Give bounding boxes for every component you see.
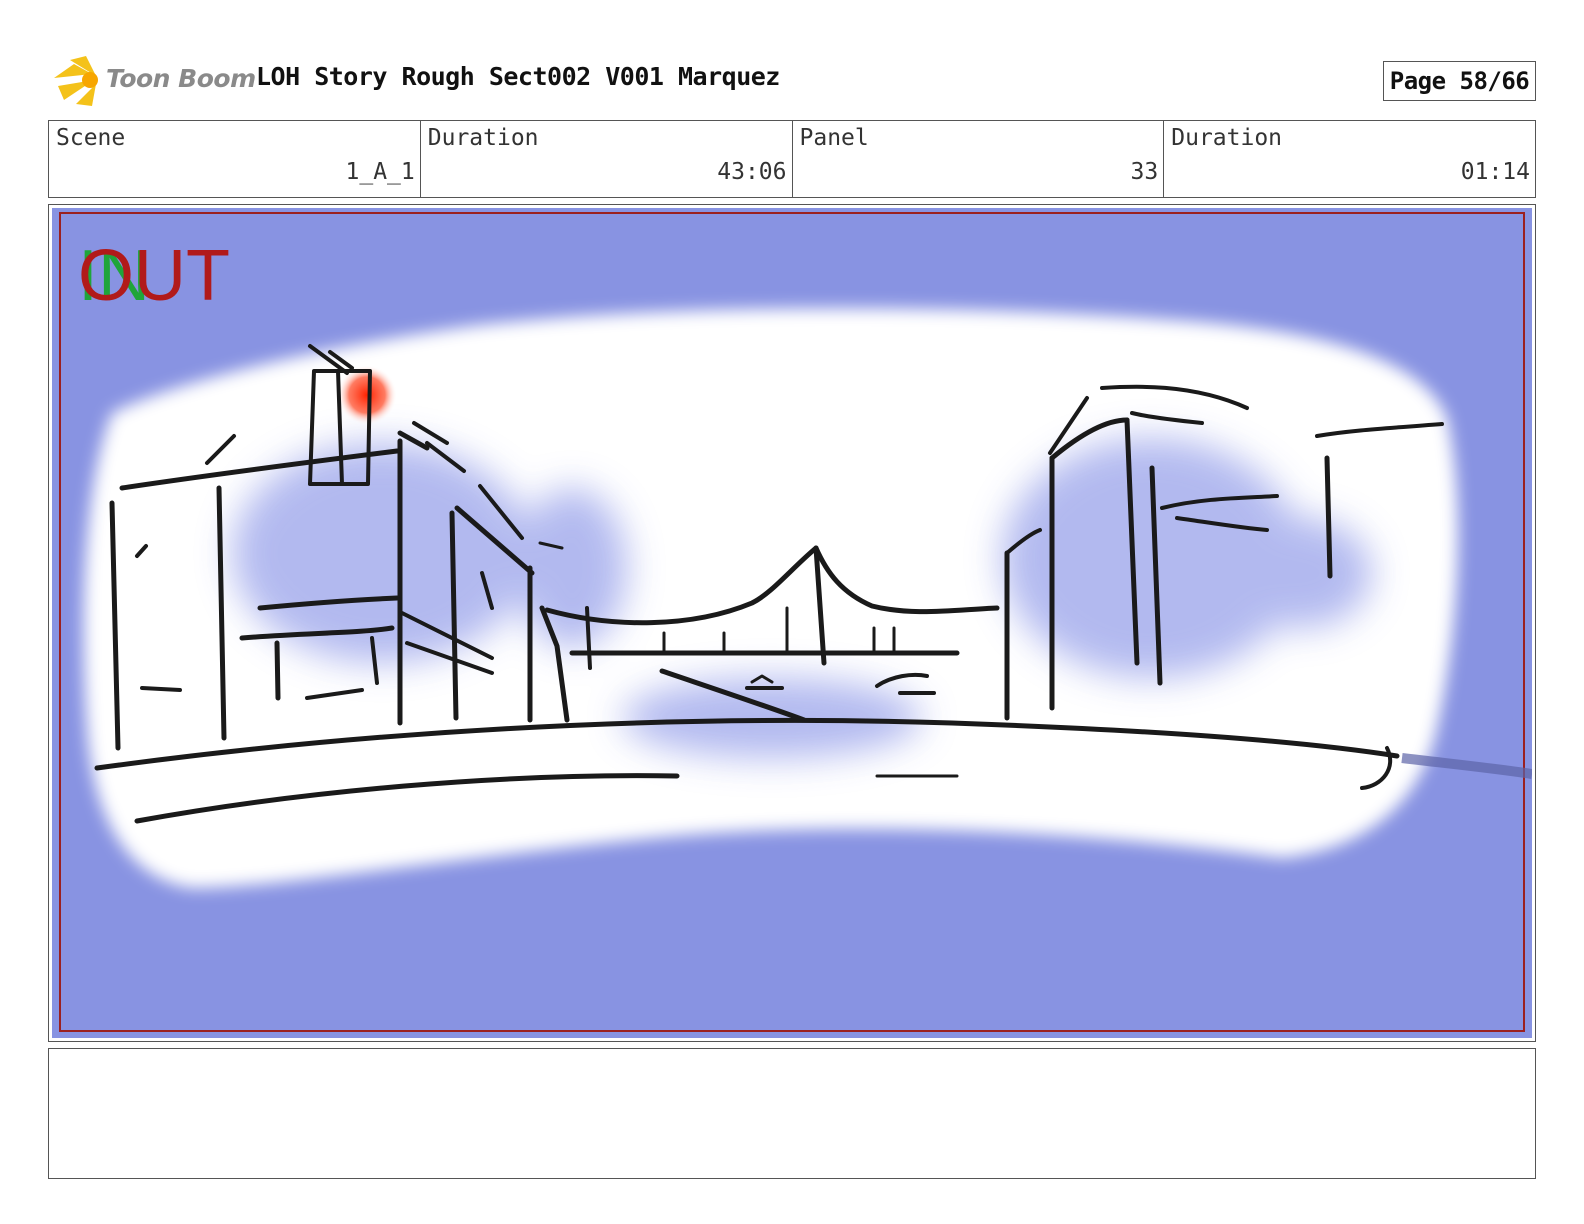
out-marker: OUT	[78, 236, 230, 316]
scene-cell: Scene 1_A_1	[49, 121, 421, 197]
panel-drawing: IN OUT	[52, 208, 1532, 1038]
scene-value: 1_A_1	[345, 159, 415, 185]
panel-value: 33	[1130, 159, 1159, 185]
panel-cell: Panel 33	[793, 121, 1165, 197]
scene-info-table: Scene 1_A_1 Duration 43:06 Panel 33 Dura…	[48, 120, 1536, 198]
scene-duration-cell: Duration 43:06	[421, 121, 793, 197]
panel-duration-cell: Duration 01:14	[1164, 121, 1535, 197]
panel-duration-label: Duration	[1171, 125, 1283, 151]
document-title: LOH Story Rough Sect002 V001 Marquez	[256, 62, 780, 91]
panel-duration-value: 01:14	[1460, 159, 1530, 185]
page-number: Page 58/66	[1383, 61, 1536, 101]
notes-box	[48, 1048, 1536, 1179]
scene-duration-label: Duration	[427, 125, 539, 151]
scene-duration-value: 43:06	[717, 159, 787, 185]
scene-label: Scene	[56, 125, 126, 151]
panel-label: Panel	[799, 125, 869, 151]
logo-text: Toon Boom	[106, 64, 256, 93]
storyboard-panel: IN OUT	[48, 204, 1536, 1042]
